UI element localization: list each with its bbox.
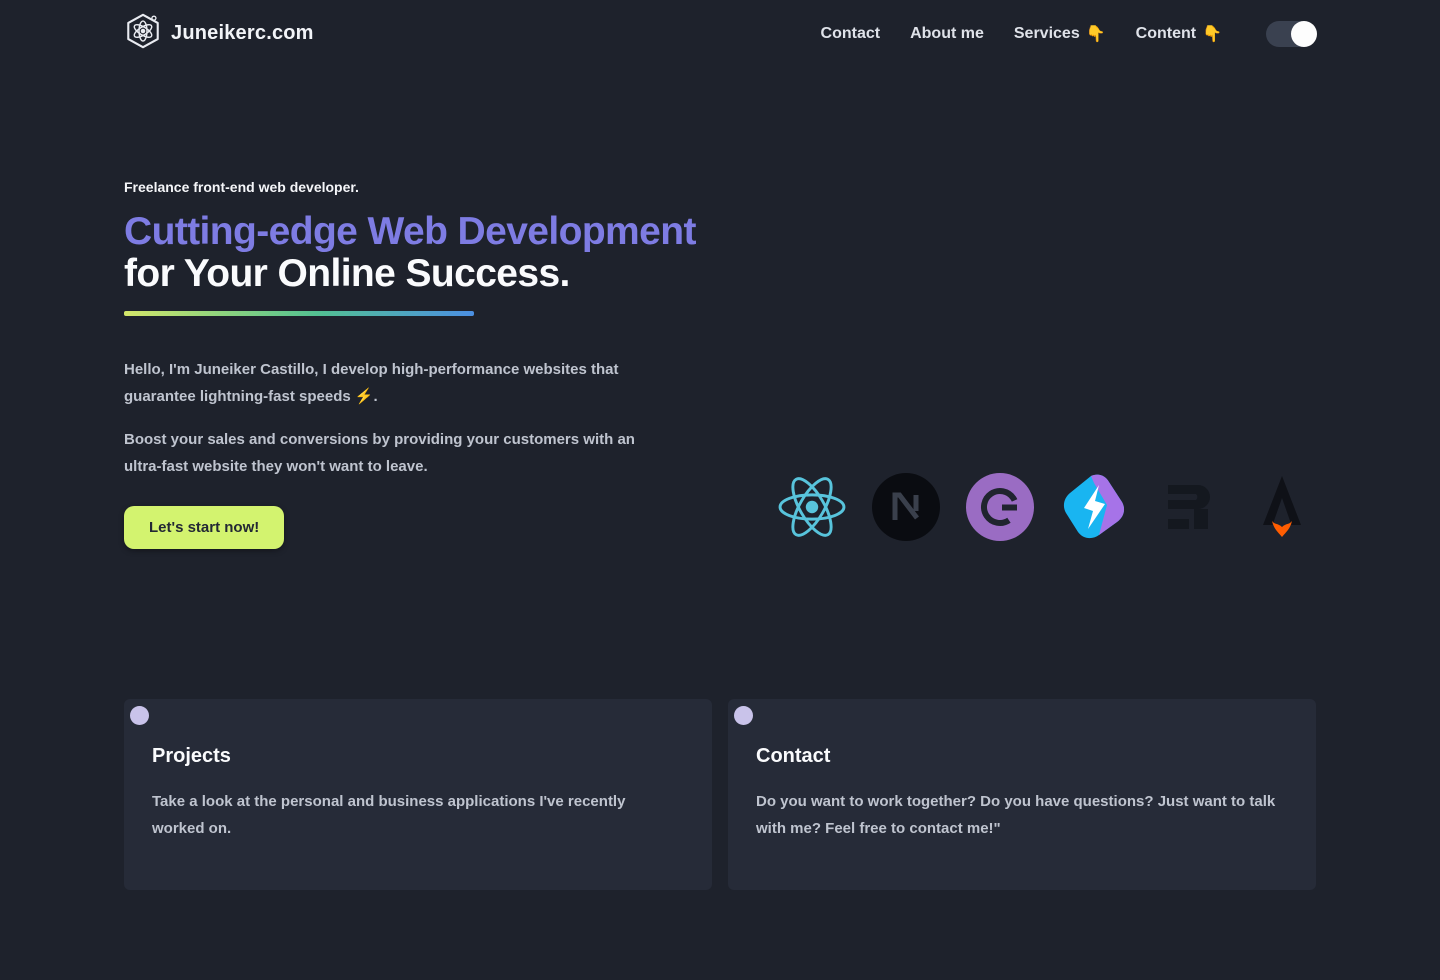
projects-card-title: Projects — [152, 745, 682, 768]
nav-item-contact[interactable]: Contact — [821, 25, 881, 43]
hero-copy: Hello, I'm Juneiker Castillo, I develop … — [124, 356, 672, 480]
nav-item-content[interactable]: Content 👇 — [1136, 24, 1222, 44]
hero-title-accent: Cutting-edge Web Development — [124, 211, 709, 253]
card-dot-icon — [130, 706, 149, 725]
nav-item-services[interactable]: Services 👇 — [1014, 24, 1106, 44]
gradient-underline — [124, 311, 474, 316]
theme-toggle-switch[interactable] — [1266, 21, 1316, 47]
nav-item-contact-label: Contact — [821, 25, 881, 43]
hero-title: Cutting-edge Web Development for Your On… — [124, 211, 709, 295]
astro-logo-icon — [1248, 473, 1316, 541]
hero-paragraph-2: Boost your sales and conversions by prov… — [124, 426, 672, 480]
card-dot-icon — [734, 706, 753, 725]
cta-button[interactable]: Let's start now! — [124, 506, 284, 549]
hero-title-rest: for Your Online Success. — [124, 253, 709, 295]
tech-logos-row — [778, 473, 1316, 541]
main-nav: Contact About me Services 👇 Content 👇 — [821, 21, 1316, 47]
toggle-knob — [1291, 21, 1317, 47]
pointing-down-emoji-icon: 👇 — [1086, 24, 1106, 44]
pointing-down-emoji-icon: 👇 — [1202, 24, 1222, 44]
brand-title: Juneikerc.com — [171, 22, 314, 45]
contact-card[interactable]: Contact Do you want to work together? Do… — [728, 699, 1316, 890]
gatsby-logo-icon — [966, 473, 1034, 541]
nav-item-about-me[interactable]: About me — [910, 25, 984, 43]
hero-kicker: Freelance front-end web developer. — [124, 179, 709, 195]
nav-item-about-me-label: About me — [910, 25, 984, 43]
remix-logo-icon — [1154, 473, 1222, 541]
react-logo-icon — [778, 473, 846, 541]
site-header: Juneikerc.com Contact About me Services … — [0, 0, 1440, 67]
projects-card[interactable]: Projects Take a look at the personal and… — [124, 699, 712, 890]
nav-item-content-label: Content — [1136, 25, 1196, 43]
hero-section: Freelance front-end web developer. Cutti… — [0, 179, 1440, 549]
atom-hexagon-logo-icon — [124, 12, 162, 55]
hero-paragraph-1: Hello, I'm Juneiker Castillo, I develop … — [124, 356, 672, 410]
feature-cards-section: Projects Take a look at the personal and… — [0, 699, 1440, 890]
contact-card-description: Do you want to work together? Do you hav… — [756, 788, 1286, 842]
qwik-logo-icon — [1060, 473, 1128, 541]
hero-text-column: Freelance front-end web developer. Cutti… — [124, 179, 709, 549]
nav-item-services-label: Services — [1014, 25, 1080, 43]
contact-card-title: Contact — [756, 745, 1286, 768]
nextjs-logo-icon — [872, 473, 940, 541]
brand-logo[interactable]: Juneikerc.com — [124, 12, 314, 55]
projects-card-description: Take a look at the personal and business… — [152, 788, 682, 842]
